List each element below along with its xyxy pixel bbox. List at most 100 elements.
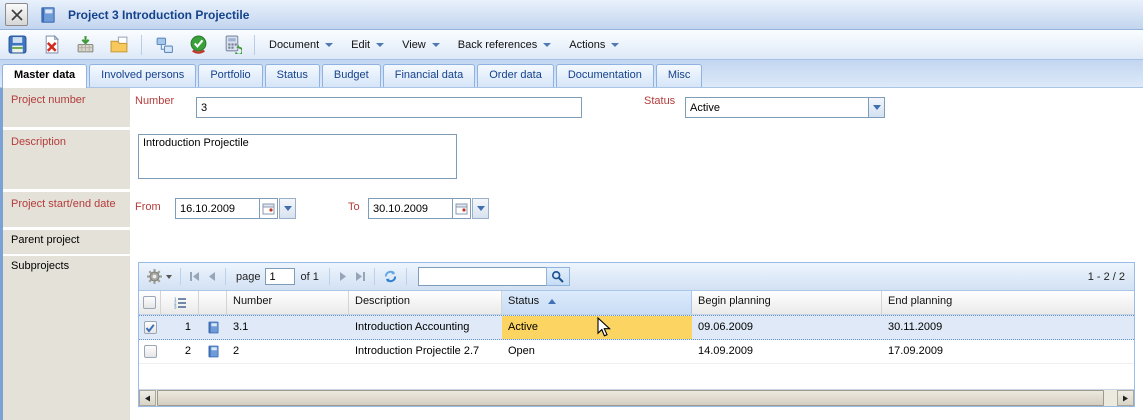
next-page-button[interactable] [335,267,352,287]
menu-actions[interactable]: Actions [560,33,628,57]
number-input[interactable] [196,97,582,118]
previous-page-icon [206,271,217,282]
from-calendar-button[interactable] [259,198,278,219]
status-value[interactable] [685,97,868,118]
column-header-begin-planning[interactable]: Begin planning [692,291,882,314]
grid-empty-area [139,364,1134,389]
tab-status[interactable]: Status [265,64,320,87]
select-all-column-header[interactable] [139,291,161,314]
import-button[interactable] [72,33,98,57]
row-checkbox-cell [139,340,161,363]
cell-description[interactable]: Introduction Accounting [349,316,502,339]
column-header-description[interactable]: Description [349,291,502,314]
column-header-number[interactable]: Number [227,291,349,314]
to-date-field[interactable] [368,198,489,219]
table-row[interactable]: 1 3.1 Introduction Accounting Active 09.… [139,315,1134,340]
scrollbar-thumb[interactable] [157,390,1104,406]
close-icon [10,8,24,22]
last-page-button[interactable] [352,267,369,287]
grid-search-input[interactable] [418,267,546,286]
row-number-column-header[interactable]: 123 [161,291,199,314]
delete-button[interactable] [38,33,64,57]
tab-documentation[interactable]: Documentation [556,64,654,87]
cell-begin-planning[interactable]: 14.09.2009 [692,340,882,363]
refresh-button[interactable] [380,267,401,287]
column-header-status[interactable]: Status [502,291,692,314]
close-button[interactable] [5,3,28,26]
from-date-dropdown-button[interactable] [279,198,296,219]
status-combobox[interactable] [685,97,885,118]
scroll-left-button[interactable] [139,390,156,406]
approve-button[interactable] [185,33,211,57]
tab-portfolio[interactable]: Portfolio [198,64,262,87]
numbered-list-icon: 123 [173,296,187,310]
menu-back-references[interactable]: Back references [449,33,560,57]
to-date-input[interactable] [368,198,452,219]
to-calendar-button[interactable] [452,198,471,219]
horizontal-scrollbar[interactable] [139,389,1134,406]
column-header-label: Description [355,295,410,307]
sidebar-label-parent-project: Parent project [3,230,130,254]
tab-involved-persons[interactable]: Involved persons [89,64,196,87]
tab-misc[interactable]: Misc [656,64,703,87]
save-icon [8,35,27,54]
scroll-right-button[interactable] [1117,390,1134,406]
check-icon [145,323,155,333]
project-book-icon [38,5,58,25]
select-all-checkbox[interactable] [143,296,156,309]
page-number-input[interactable] [265,268,295,285]
chevron-down-icon [376,43,384,47]
description-textarea[interactable]: Introduction Projectile [138,134,457,179]
grid-header: 123 Number Description Status Begin plan… [139,291,1134,315]
cell-end-planning[interactable]: 17.09.2009 [882,340,1134,363]
menu-document[interactable]: Document [260,33,342,57]
cell-status[interactable]: Active [502,316,692,339]
tab-master-data[interactable]: Master data [2,64,87,88]
table-row[interactable]: 2 2 Introduction Projectile 2.7 Open 14.… [139,340,1134,364]
grid-settings-button[interactable] [143,267,175,287]
workflow-button[interactable] [151,33,177,57]
cell-description[interactable]: Introduction Projectile 2.7 [349,340,502,363]
to-label: To [348,201,360,213]
copy-icon [110,35,129,54]
toolbar-separator [141,35,142,55]
grid-search-button[interactable] [546,267,570,286]
save-button[interactable] [4,33,30,57]
menu-view[interactable]: View [393,33,449,57]
copy-button[interactable] [106,33,132,57]
column-header-end-planning[interactable]: End planning [882,291,1134,314]
cell-begin-planning[interactable]: 09.06.2009 [692,316,882,339]
cell-status[interactable]: Open [502,340,692,363]
approve-icon [189,35,208,54]
first-page-button[interactable] [186,267,203,287]
grid-toolbar: page of 1 [139,263,1134,291]
tab-budget[interactable]: Budget [322,64,381,87]
calculate-button[interactable] [219,33,245,57]
menu-edit[interactable]: Edit [342,33,393,57]
sort-ascending-icon [548,299,556,304]
previous-page-button[interactable] [203,267,220,287]
subprojects-grid: page of 1 [138,262,1135,407]
cell-number[interactable]: 3.1 [227,316,349,339]
tab-financial-data[interactable]: Financial data [383,64,476,87]
to-date-dropdown-button[interactable] [472,198,489,219]
project-type-cell [199,316,227,339]
main-toolbar: Document Edit View Back references Actio… [0,30,1143,60]
toolbar-separator [254,35,255,55]
tab-order-data[interactable]: Order data [477,64,554,87]
chevron-down-icon [477,206,485,211]
type-icon-column-header[interactable] [199,291,227,314]
chevron-down-icon [543,43,551,47]
cell-number[interactable]: 2 [227,340,349,363]
menu-back-references-label: Back references [458,39,537,51]
chevron-down-icon [325,43,333,47]
from-date-field[interactable] [175,198,296,219]
status-dropdown-button[interactable] [868,97,885,118]
row-checkbox[interactable] [144,345,157,358]
cell-end-planning[interactable]: 30.11.2009 [882,316,1134,339]
column-header-label: Status [508,295,539,307]
grid-search-field [418,267,570,286]
chevron-down-icon [611,43,619,47]
row-checkbox[interactable] [144,321,157,334]
from-date-input[interactable] [175,198,259,219]
